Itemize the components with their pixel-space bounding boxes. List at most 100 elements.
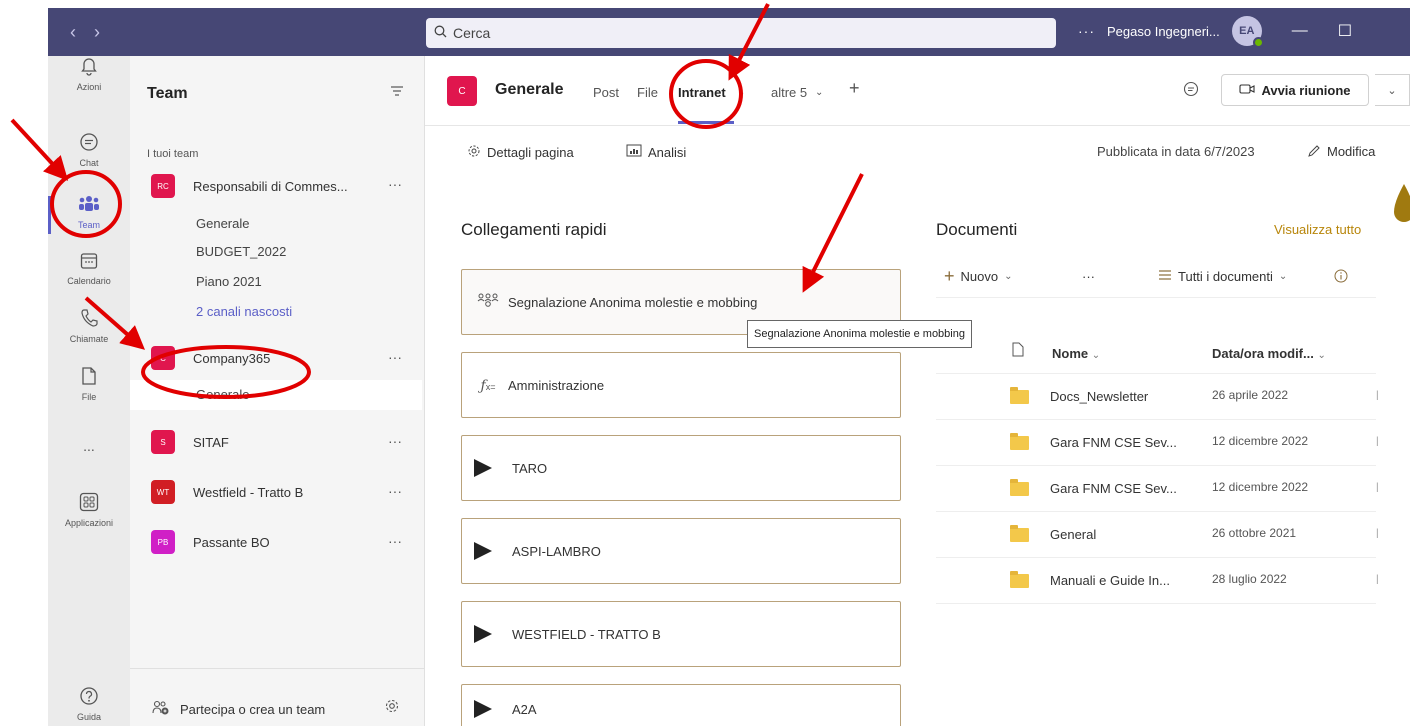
rail-item-applicazioni[interactable]: Applicazioni xyxy=(48,492,130,528)
team-item[interactable]: C Company365 xyxy=(151,346,270,370)
tab-intranet[interactable]: Intranet xyxy=(678,85,726,100)
channel-item[interactable]: BUDGET_2022 xyxy=(196,244,286,259)
edit-label: Modifica xyxy=(1327,144,1376,159)
table-row[interactable]: Manuali e Guide In... 28 luglio 2022 | xyxy=(936,558,1379,604)
people-add-icon xyxy=(152,700,170,719)
tab-post[interactable]: Post xyxy=(593,85,619,100)
quick-link-item[interactable]: ƒx= Amministrazione xyxy=(461,352,901,418)
analytics-button[interactable]: Analisi xyxy=(626,144,686,160)
column-date-header[interactable]: Data/ora modif... ⌄ xyxy=(1212,346,1326,361)
view-all-link[interactable]: Visualizza tutto xyxy=(1274,222,1361,237)
page-details-button[interactable]: Dettagli pagina xyxy=(467,144,574,161)
column-name-header[interactable]: Nome ⌄ xyxy=(1052,346,1100,361)
back-arrow-icon[interactable]: ‹ xyxy=(70,22,76,43)
document-name: Manuali e Guide In... xyxy=(1050,573,1170,588)
rail-item-chat[interactable]: Chat xyxy=(48,132,130,168)
more-options-icon[interactable]: ··· xyxy=(1078,23,1095,39)
tenant-name[interactable]: Pegaso Ingegneri... xyxy=(1107,24,1220,39)
table-row[interactable]: General 26 ottobre 2021 | xyxy=(936,512,1379,558)
teams-icon xyxy=(48,194,130,219)
rail-label: Applicazioni xyxy=(64,518,114,528)
quick-link-item[interactable]: TARO xyxy=(461,435,901,501)
edit-button[interactable]: Modifica xyxy=(1307,144,1375,161)
meeting-options-chevron-icon[interactable]: ⌄ xyxy=(1375,74,1410,106)
rail-item-team[interactable]: Team xyxy=(48,194,130,230)
team-more-icon[interactable]: ··· xyxy=(388,483,402,499)
maximize-icon[interactable]: ☐ xyxy=(1338,21,1352,41)
forward-arrow-icon[interactable]: › xyxy=(94,22,100,43)
search-box[interactable]: Cerca xyxy=(426,18,1056,48)
row-separator: | xyxy=(1376,436,1379,447)
add-tab-icon[interactable]: + xyxy=(849,78,860,99)
team-avatar: S xyxy=(151,430,175,454)
team-avatar: C xyxy=(151,346,175,370)
search-placeholder: Cerca xyxy=(453,25,491,41)
rail-item-guida[interactable]: Guida xyxy=(48,686,130,722)
info-icon[interactable] xyxy=(1334,269,1348,283)
documents-table-header: Nome ⌄ Data/ora modif... ⌄ xyxy=(936,336,1376,374)
quick-link-label: A2A xyxy=(512,701,537,717)
tab-more[interactable]: altre 5 xyxy=(771,85,807,100)
table-row[interactable]: Docs_Newsletter 26 aprile 2022 | xyxy=(936,374,1379,420)
row-separator: | xyxy=(1376,528,1379,539)
chevron-down-icon[interactable]: ⌄ xyxy=(815,87,823,98)
rail-item-azioni[interactable]: Azioni xyxy=(48,56,130,92)
filter-icon[interactable] xyxy=(390,84,404,100)
start-meeting-button[interactable]: Avvia riunione xyxy=(1221,74,1369,106)
quick-link-item[interactable]: WESTFIELD - TRATTO B xyxy=(461,601,901,667)
rail-label: Chiamate xyxy=(69,334,109,344)
channel-item-selected[interactable]: Generale xyxy=(196,387,249,402)
plus-icon: + xyxy=(944,266,955,286)
phone-icon xyxy=(48,308,130,333)
channel-item[interactable]: Piano 2021 xyxy=(196,274,262,289)
team-item[interactable]: RC Responsabili di Commes... xyxy=(151,174,348,198)
new-button[interactable]: + Nuovo ⌄ xyxy=(944,266,1012,287)
join-create-team-button[interactable]: Partecipa o crea un team xyxy=(152,700,325,719)
team-avatar: WT xyxy=(151,480,175,504)
team-name: Responsabili di Commes... xyxy=(193,178,348,194)
tab-file[interactable]: File xyxy=(637,85,658,100)
rail-item-more[interactable]: ... xyxy=(48,438,130,454)
rail-label: Team xyxy=(77,220,100,230)
more-options-icon[interactable]: ··· xyxy=(1082,269,1095,284)
channel-team-avatar: C xyxy=(447,76,477,106)
team-item[interactable]: WT Westfield - Tratto B xyxy=(151,480,303,504)
join-label: Partecipa o crea un team xyxy=(180,702,326,717)
page-details-label: Dettagli pagina xyxy=(487,145,574,160)
team-more-icon[interactable]: ··· xyxy=(388,433,402,449)
rail-label: Guida xyxy=(76,712,102,722)
table-row[interactable]: Gara FNM CSE Sev... 12 dicembre 2022 | xyxy=(936,420,1379,466)
table-row[interactable]: Gara FNM CSE Sev... 12 dicembre 2022 | xyxy=(936,466,1379,512)
chevron-down-icon[interactable]: ⌄ xyxy=(737,87,745,98)
view-selector[interactable]: Tutti i documenti ⌄ xyxy=(1158,269,1287,284)
people-network-icon xyxy=(474,292,502,313)
team-more-icon[interactable]: ··· xyxy=(388,349,402,365)
hidden-channels-link[interactable]: 2 canali nascosti xyxy=(196,304,292,319)
app-bar: Azioni Chat Team Calendario Chiamate Fil… xyxy=(48,56,130,726)
apps-icon xyxy=(48,492,130,517)
document-date: 12 dicembre 2022 xyxy=(1212,434,1309,448)
file-type-icon xyxy=(1012,342,1024,360)
team-more-icon[interactable]: ··· xyxy=(388,176,402,192)
team-more-icon[interactable]: ··· xyxy=(388,533,402,549)
rail-item-file[interactable]: File xyxy=(48,366,130,402)
channel-item[interactable]: Generale xyxy=(196,216,249,231)
minimize-icon[interactable]: — xyxy=(1292,22,1308,40)
rail-item-chiamate[interactable]: Chiamate xyxy=(48,308,130,344)
title-bar: ‹ › Cerca ··· Pegaso Ingegneri... EA — ☐ xyxy=(48,8,1410,56)
document-name: Gara FNM CSE Sev... xyxy=(1050,435,1177,450)
quick-link-item[interactable]: A2A xyxy=(461,684,901,726)
document-name: Docs_Newsletter xyxy=(1050,389,1149,404)
rail-item-calendario[interactable]: Calendario xyxy=(48,252,130,286)
row-separator: | xyxy=(1376,482,1379,493)
teams-panel-title: Team xyxy=(147,85,188,102)
gear-icon xyxy=(467,144,481,161)
avatar[interactable]: EA xyxy=(1231,16,1264,48)
team-item[interactable]: PB Passante BO xyxy=(151,530,270,554)
document-date: 28 luglio 2022 xyxy=(1212,572,1287,586)
gear-icon[interactable] xyxy=(384,698,400,717)
conversation-icon[interactable] xyxy=(1183,81,1199,100)
team-item[interactable]: S SITAF xyxy=(151,430,229,454)
quick-link-item[interactable]: ASPI-LAMBRO xyxy=(461,518,901,584)
quick-link-label: TARO xyxy=(512,460,548,476)
